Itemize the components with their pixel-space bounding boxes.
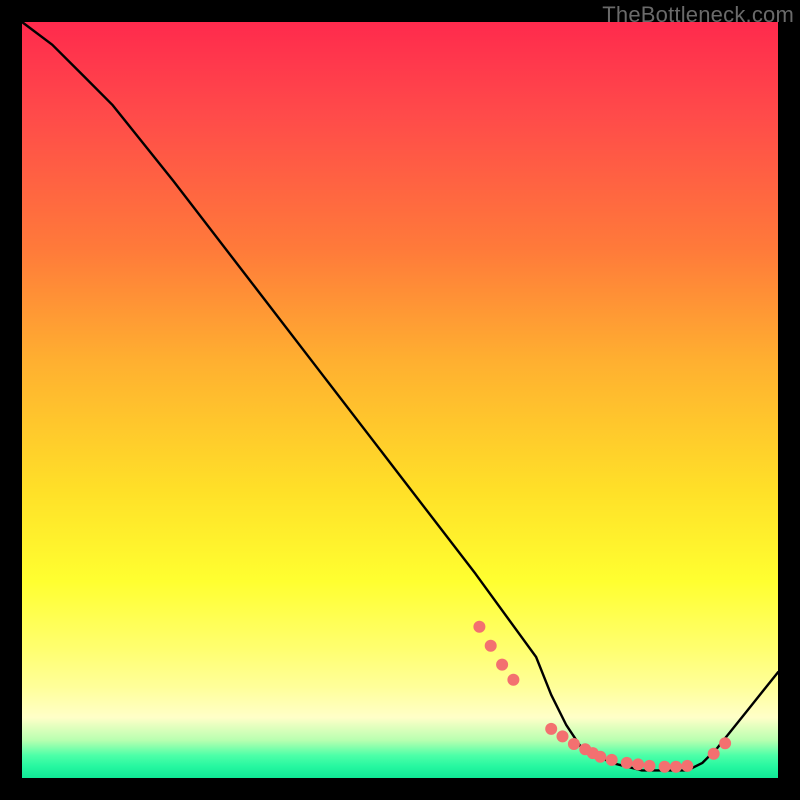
highlight-dots	[473, 621, 731, 773]
chart-stage: TheBottleneck.com	[0, 0, 800, 800]
highlight-dot	[557, 730, 569, 742]
highlight-dot	[545, 723, 557, 735]
highlight-dot	[621, 757, 633, 769]
highlight-dot	[496, 659, 508, 671]
highlight-dot	[644, 760, 656, 772]
bottleneck-curve	[22, 22, 778, 770]
highlight-dot	[606, 754, 618, 766]
chart-plot-area	[22, 22, 778, 778]
highlight-dot	[670, 761, 682, 773]
highlight-dot	[632, 758, 644, 770]
watermark-text: TheBottleneck.com	[602, 2, 794, 28]
highlight-dot	[485, 640, 497, 652]
chart-svg	[22, 22, 778, 778]
highlight-dot	[473, 621, 485, 633]
highlight-dot	[708, 748, 720, 760]
highlight-dot	[719, 737, 731, 749]
highlight-dot	[681, 760, 693, 772]
highlight-dot	[594, 751, 606, 763]
highlight-dot	[659, 761, 671, 773]
highlight-dot	[507, 674, 519, 686]
highlight-dot	[568, 738, 580, 750]
